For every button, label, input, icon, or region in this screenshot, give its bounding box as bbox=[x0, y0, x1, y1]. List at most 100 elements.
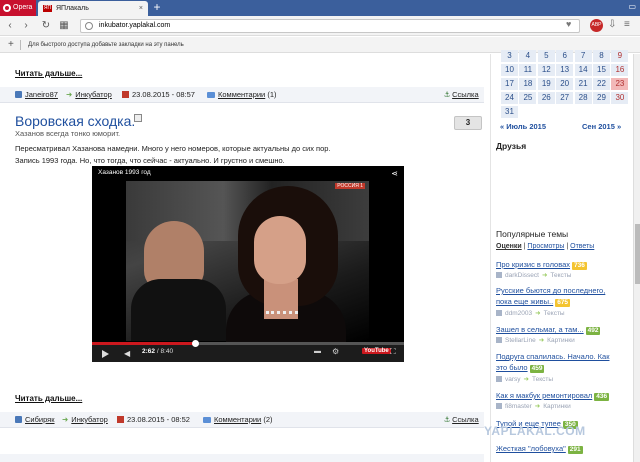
comments-prev[interactable]: Комментарии (1) bbox=[207, 87, 277, 103]
calendar-day[interactable]: 6 bbox=[556, 50, 574, 62]
permalink-prev[interactable]: ⚓ Ссылка bbox=[444, 87, 479, 103]
popular-item-title[interactable]: Русские бьются до последнего, bbox=[496, 286, 605, 295]
popular-item-author[interactable]: darkDissect bbox=[505, 272, 539, 279]
share-icon[interactable]: ⋖ bbox=[391, 169, 398, 178]
play-icon[interactable] bbox=[102, 350, 109, 358]
popular-item[interactable]: Подруга спалилась. Начало. Как это было 45… bbox=[496, 351, 631, 373]
external-link-icon[interactable] bbox=[134, 114, 142, 122]
section-prev[interactable]: ➜ Инкубатор bbox=[66, 87, 112, 103]
popular-item[interactable]: Про кризис в головах 736 bbox=[496, 259, 631, 270]
calendar-day[interactable]: 12 bbox=[537, 64, 555, 76]
popular-item[interactable]: Зашел в сельмаг, а там... 492 bbox=[496, 324, 631, 335]
calendar-day[interactable]: 24 bbox=[501, 92, 518, 104]
calendar-day[interactable]: 21 bbox=[574, 78, 592, 90]
adblock-icon[interactable]: ABP bbox=[590, 19, 603, 32]
calendar-day[interactable]: 15 bbox=[593, 64, 610, 76]
tab-ratings[interactable]: Оценки bbox=[496, 243, 522, 250]
video-progress-bar[interactable] bbox=[92, 340, 404, 347]
popular-item-author[interactable]: varsy bbox=[505, 376, 521, 383]
popular-item-author[interactable]: StellarLine bbox=[505, 337, 536, 344]
calendar-day[interactable]: 27 bbox=[556, 92, 574, 104]
calendar-day[interactable]: 8 bbox=[593, 50, 610, 62]
calendar-day[interactable]: 4 bbox=[519, 50, 537, 62]
calendar-day[interactable]: 31 bbox=[501, 106, 518, 118]
calendar-day[interactable]: 11 bbox=[519, 64, 537, 76]
video-title[interactable]: Хазанов 1993 год bbox=[98, 169, 151, 176]
calendar-day[interactable]: 13 bbox=[556, 64, 574, 76]
browser-menu-icon[interactable]: ≡ bbox=[624, 19, 630, 30]
popular-item-category[interactable]: Тексты bbox=[550, 272, 571, 279]
popular-item-category[interactable]: Картинки bbox=[543, 403, 571, 410]
popular-item-category[interactable]: Тексты bbox=[544, 310, 565, 317]
calendar-day[interactable]: 10 bbox=[501, 64, 518, 76]
calendar-day[interactable]: 16 bbox=[611, 64, 629, 76]
calendar-day[interactable]: 28 bbox=[574, 92, 592, 104]
popular-item-category[interactable]: Тексты bbox=[532, 376, 553, 383]
back-button[interactable]: ‹ bbox=[4, 20, 16, 32]
forward-button[interactable]: › bbox=[20, 20, 32, 32]
popular-item[interactable]: Русские бьются до последнего, пока еще жи… bbox=[496, 285, 631, 307]
popular-item-title[interactable]: Зашел в сельмаг, а там... bbox=[496, 325, 584, 334]
new-tab-button[interactable]: + bbox=[150, 0, 164, 16]
calendar-day[interactable]: 18 bbox=[519, 78, 537, 90]
tab-views[interactable]: Просмотры bbox=[527, 243, 564, 250]
close-tab-icon[interactable]: × bbox=[139, 1, 143, 16]
calendar-day[interactable]: 19 bbox=[537, 78, 555, 90]
calendar-day[interactable]: 22 bbox=[593, 78, 610, 90]
calendar-next-month[interactable]: Сен 2015 » bbox=[582, 122, 621, 131]
popular-item-title-cont[interactable]: это было bbox=[496, 363, 528, 372]
popular-item-author[interactable]: ddm2003 bbox=[505, 310, 532, 317]
permalink[interactable]: ⚓ Ссылка bbox=[444, 412, 479, 428]
volume-icon[interactable]: ◀ bbox=[124, 349, 130, 358]
calendar-day[interactable]: 14 bbox=[574, 64, 592, 76]
popular-item-title[interactable]: Жесткая "лобовуха" bbox=[496, 444, 566, 453]
calendar-day[interactable]: 26 bbox=[537, 92, 555, 104]
calendar-day[interactable]: 17 bbox=[501, 78, 518, 90]
popular-item-title[interactable]: Про кризис в головах bbox=[496, 260, 570, 269]
add-bookmark-icon[interactable]: + bbox=[8, 37, 14, 53]
post-title[interactable]: Воровская сходка. bbox=[15, 113, 135, 129]
popular-item-category[interactable]: Картинки bbox=[547, 337, 575, 344]
reload-button[interactable]: ↻ bbox=[40, 20, 52, 32]
calendar-day[interactable]: 7 bbox=[574, 50, 592, 62]
calendar-day[interactable]: 29 bbox=[593, 92, 610, 104]
calendar-day[interactable]: 30 bbox=[611, 92, 629, 104]
calendar-day[interactable]: 20 bbox=[556, 78, 574, 90]
calendar-day[interactable]: 3 bbox=[501, 50, 518, 62]
opera-menu-button[interactable]: Opera bbox=[0, 0, 36, 16]
captions-icon[interactable]: ▬ bbox=[314, 348, 321, 355]
url-field[interactable]: inkubator.yaplakal.com bbox=[80, 19, 580, 33]
calendar-day[interactable]: 23 bbox=[611, 78, 629, 90]
author[interactable]: Сибиряк bbox=[15, 412, 55, 428]
page-scrollbar[interactable] bbox=[633, 54, 640, 462]
settings-icon[interactable]: ⚙ bbox=[332, 347, 339, 356]
author-prev[interactable]: Janeiro87 bbox=[15, 87, 58, 103]
window-controls[interactable]: ▭ bbox=[628, 2, 636, 11]
video-frame[interactable]: РОССИЯ 1 bbox=[126, 181, 369, 351]
bookmark-heart-icon[interactable]: ♥ bbox=[566, 19, 571, 29]
rating-badge[interactable]: 3 bbox=[454, 116, 482, 130]
video-player[interactable]: Хазанов 1993 год ⋖ РОССИЯ 1 ◀ 2:62 / 8:4… bbox=[92, 166, 404, 362]
speed-dial-button[interactable]: ▦ bbox=[58, 20, 70, 32]
popular-item-author[interactable]: fi8master bbox=[505, 403, 532, 410]
youtube-logo[interactable]: YouTube bbox=[362, 348, 391, 354]
popular-item-title-cont[interactable]: пока еще живы.. bbox=[496, 297, 553, 306]
download-icon[interactable]: ⇩ bbox=[608, 19, 616, 30]
fullscreen-icon[interactable]: ⛶ bbox=[390, 347, 396, 357]
calendar-day[interactable]: 5 bbox=[537, 50, 555, 62]
calendar-prev-month[interactable]: « Июль 2015 bbox=[500, 122, 546, 131]
popular-item-title[interactable]: Подруга спалилась. Начало. Как bbox=[496, 352, 609, 361]
comments[interactable]: Комментарии (2) bbox=[203, 412, 273, 428]
tab-replies[interactable]: Ответы bbox=[570, 243, 594, 250]
popular-item[interactable]: Как я макбук ремонтировал 436 bbox=[496, 390, 631, 401]
popular-item-title[interactable]: Как я макбук ремонтировал bbox=[496, 391, 592, 400]
read-more-link[interactable]: Читать дальше... bbox=[15, 394, 82, 403]
video-progress-handle[interactable] bbox=[191, 340, 199, 347]
calendar-day[interactable]: 25 bbox=[519, 92, 537, 104]
read-more-link-prev[interactable]: Читать дальше... bbox=[15, 69, 82, 78]
tab-yaplakal[interactable]: ЯП ЯПлакаль × bbox=[38, 1, 148, 16]
scrollbar-thumb[interactable] bbox=[635, 224, 640, 284]
section[interactable]: ➜ Инкубатор bbox=[62, 412, 108, 428]
popular-item[interactable]: Жесткая "лобовуха" 291 bbox=[496, 443, 631, 454]
calendar-day[interactable]: 9 bbox=[611, 50, 629, 62]
